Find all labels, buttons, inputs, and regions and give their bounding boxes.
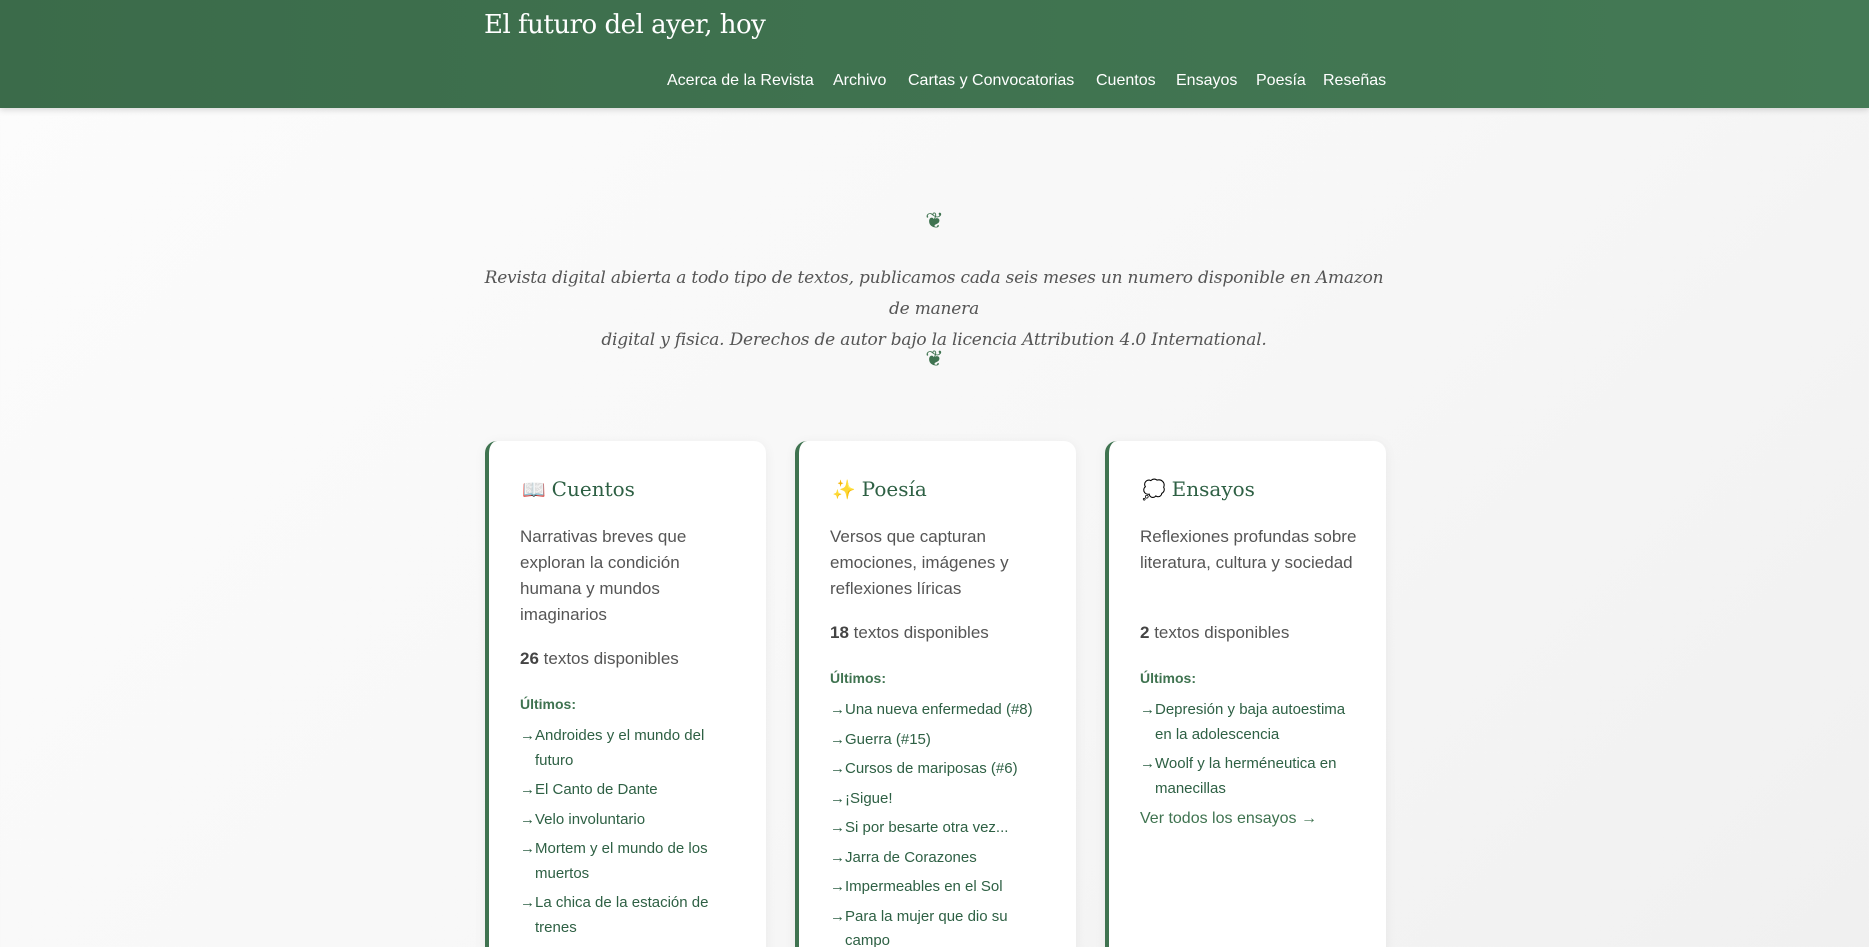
latest-item[interactable]: → Una nueva enfermedad (#8)	[830, 698, 1052, 723]
arrow-right-icon: →	[520, 894, 535, 911]
arrow-right-icon: →	[830, 819, 845, 836]
nav-item-resenas[interactable]: Reseñas	[1323, 72, 1386, 90]
card-title[interactable]: 📖 Cuentos	[522, 477, 635, 501]
arrow-right-icon: →	[520, 781, 535, 798]
latest-label: Últimos:	[1140, 670, 1196, 686]
latest-item-title: Woolf y la herméneutica en manecillas	[1155, 755, 1337, 797]
arrow-right-icon: →	[830, 848, 845, 866]
nav-item-cartas[interactable]: Cartas y Convocatorias	[908, 72, 1074, 90]
arrow-right-icon: →	[830, 701, 845, 718]
latest-item[interactable]: → Para la mujer que dio su campo	[830, 905, 1052, 947]
nav-item-archivo[interactable]: Archivo	[833, 72, 886, 90]
card-count: 26 textos disponibles	[520, 649, 679, 669]
card-description: Narrativas breves que exploran la condic…	[520, 527, 687, 624]
book-icon: 📖	[522, 479, 546, 501]
latest-item[interactable]: → Mortem y el mundo de los muertos	[520, 837, 742, 886]
ornament-top: ❦	[925, 209, 944, 234]
arrow-right-icon: →	[520, 810, 535, 828]
count-number: 18	[830, 623, 849, 642]
latest-item-title: Guerra (#15)	[845, 730, 931, 748]
ornament-bottom: ❦	[925, 347, 944, 372]
category-card-poesia: ✨ Poesía Versos que capturan emociones, i…	[795, 441, 1076, 947]
latest-item[interactable]: → Androides y el mundo del futuro	[520, 724, 742, 773]
count-number: 26	[520, 649, 539, 668]
card-description: Reflexiones profundas sobre literatura, …	[1140, 527, 1357, 572]
nav-item-poesia[interactable]: Poesía	[1256, 72, 1306, 90]
latest-item-title: Para la mujer que dio su campo	[845, 907, 1008, 947]
latest-item[interactable]: → Impermeables en el Sol	[830, 875, 1052, 900]
latest-list: → Una nueva enfermedad (#8) → Guerra (#15)…	[830, 698, 1052, 947]
count-suffix: textos disponibles	[538, 649, 679, 668]
latest-list: → Androides y el mundo del futuro → El Can…	[520, 724, 742, 945]
latest-list: → Depresión y baja autoestima en la adole…	[1140, 698, 1362, 806]
card-title[interactable]: ✨ Poesía	[832, 477, 927, 501]
category-card-cuentos: 📖 Cuentos Narrativas breves que exploran …	[485, 441, 766, 947]
latest-item[interactable]: → El Canto de Dante	[520, 778, 742, 803]
latest-item-title: Una nueva enfermedad (#8)	[845, 701, 1033, 718]
card-title[interactable]: 💭 Ensayos	[1142, 477, 1255, 501]
arrow-right-icon: →	[830, 789, 845, 807]
latest-item-title: Androides y el mundo del futuro	[535, 727, 705, 769]
latest-item[interactable]: → Guerra (#15)	[830, 728, 1052, 753]
card-count: 18 textos disponibles	[830, 623, 989, 643]
site-title[interactable]: El futuro del ayer, hoy	[484, 10, 766, 40]
arrow-right-icon: →	[830, 760, 845, 777]
card-description: Versos que capturan emociones, imágenes …	[830, 527, 1009, 598]
latest-item-title: La chica de la estación de trenes	[535, 894, 709, 936]
thought-bubble-icon: 💭	[1142, 479, 1166, 501]
nav-item-cuentos[interactable]: Cuentos	[1096, 72, 1156, 90]
latest-item-title: Velo involuntario	[535, 810, 646, 828]
nav-item-acerca[interactable]: Acerca de la Revista	[667, 72, 814, 90]
latest-item-title: Jarra de Corazones	[845, 848, 977, 866]
site-header: El futuro del ayer, hoy Acerca de la Rev…	[0, 0, 1869, 108]
latest-item[interactable]: → Depresión y baja autoestima en la adole…	[1140, 698, 1362, 747]
latest-item-title: Depresión y baja autoestima en la adoles…	[1155, 701, 1346, 743]
arrow-right-icon: →	[1140, 755, 1155, 772]
count-suffix: textos disponibles	[1149, 623, 1290, 642]
tagline-line-1: Revista digital abierta a todo tipo de t…	[484, 268, 1384, 319]
latest-item[interactable]: → Jarra de Corazones	[830, 846, 1052, 871]
nav-item-ensayos[interactable]: Ensayos	[1176, 72, 1237, 90]
latest-item-title: Si por besarte otra vez...	[845, 819, 1009, 836]
count-suffix: textos disponibles	[848, 623, 989, 642]
latest-label: Últimos:	[520, 696, 576, 712]
sparkles-icon: ✨	[832, 479, 856, 501]
card-title-label: Poesía	[861, 477, 927, 501]
arrow-right-icon: →	[1140, 701, 1155, 718]
latest-item[interactable]: → Woolf y la herméneutica en manecillas	[1140, 752, 1362, 801]
latest-item[interactable]: → Velo involuntario	[520, 808, 742, 833]
main-nav: Acerca de la Revista Archivo Cartas y Co…	[0, 72, 1869, 92]
card-title-label: Cuentos	[551, 477, 635, 501]
arrow-right-icon: →	[520, 840, 535, 857]
view-all-essays-link[interactable]: Ver todos los ensayos →	[1140, 810, 1317, 828]
card-title-label: Ensayos	[1171, 477, 1255, 501]
tagline: Revista digital abierta a todo tipo de t…	[484, 263, 1384, 356]
arrow-right-icon: →	[830, 907, 845, 925]
category-card-ensayos: 💭 Ensayos Reflexiones profundas sobre lit…	[1105, 441, 1386, 947]
latest-item[interactable]: → Cursos de mariposas (#6)	[830, 757, 1052, 782]
latest-label: Últimos:	[830, 670, 886, 686]
latest-item[interactable]: → La chica de la estación de trenes	[520, 891, 742, 940]
card-count: 2 textos disponibles	[1140, 623, 1289, 643]
arrow-right-icon: →	[830, 878, 845, 895]
arrow-right-icon: →	[520, 727, 535, 744]
latest-item-title: Cursos de mariposas (#6)	[845, 760, 1018, 777]
latest-item-title: Mortem y el mundo de los muertos	[535, 840, 708, 882]
latest-item[interactable]: → Si por besarte otra vez...	[830, 816, 1052, 841]
latest-item-title: ¡Sigue!	[845, 789, 893, 807]
latest-item[interactable]: → ¡Sigue!	[830, 787, 1052, 812]
arrow-right-icon: →	[830, 730, 845, 748]
latest-item-title: El Canto de Dante	[535, 781, 658, 798]
latest-item-title: Impermeables en el Sol	[845, 878, 1003, 895]
